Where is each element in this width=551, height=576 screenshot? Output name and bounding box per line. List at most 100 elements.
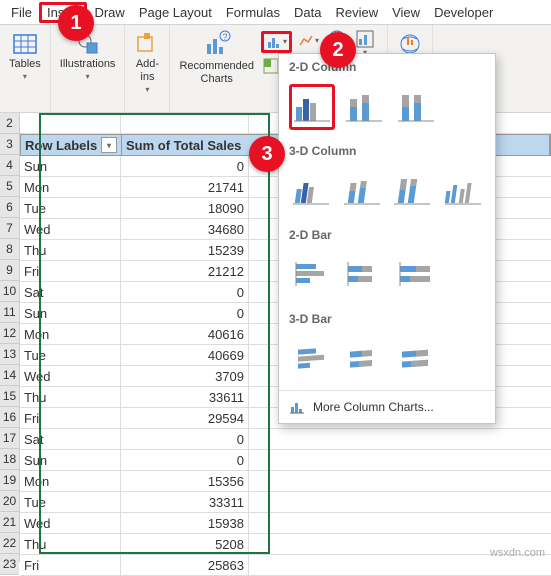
- table-icon: [12, 31, 38, 57]
- cell-label[interactable]: Sun: [20, 156, 121, 176]
- cell-value[interactable]: 21212: [121, 261, 249, 281]
- column-chart-dropdown: 2-D Column 3-D Column 2-D Bar 3-D Bar Mo…: [278, 53, 496, 424]
- row-header[interactable]: 4: [0, 155, 19, 176]
- row-header[interactable]: 2: [0, 113, 19, 134]
- cell-value[interactable]: 33611: [121, 387, 249, 407]
- cell-label[interactable]: Mon: [20, 471, 121, 491]
- cell-value[interactable]: 5208: [121, 534, 249, 554]
- row-header[interactable]: 10: [0, 281, 19, 302]
- stacked-3d-bar-option[interactable]: [341, 336, 387, 382]
- cell-label[interactable]: Wed: [20, 219, 121, 239]
- cell-value[interactable]: 15356: [121, 471, 249, 491]
- cell-label[interactable]: Tue: [20, 345, 121, 365]
- svg-text:?: ?: [222, 32, 227, 42]
- filter-dropdown-button[interactable]: ▾: [101, 137, 117, 153]
- cell-label[interactable]: Thu: [20, 240, 121, 260]
- tab-formulas[interactable]: Formulas: [219, 2, 287, 23]
- clustered-3d-bar-option[interactable]: [289, 336, 335, 382]
- cell-label[interactable]: Mon: [20, 324, 121, 344]
- tab-developer[interactable]: Developer: [427, 2, 500, 23]
- row-header[interactable]: 23: [0, 554, 19, 575]
- cell-label[interactable]: Fri: [20, 408, 121, 428]
- cell-value[interactable]: 33311: [121, 492, 249, 512]
- row-header[interactable]: 9: [0, 260, 19, 281]
- pivot-rowlabels-header[interactable]: Row Labels▾: [21, 135, 122, 155]
- stacked100-3d-column-option[interactable]: [390, 168, 435, 214]
- row-header[interactable]: 21: [0, 512, 19, 533]
- tab-file[interactable]: File: [4, 2, 39, 23]
- row-header[interactable]: 12: [0, 323, 19, 344]
- more-column-charts[interactable]: More Column Charts...: [279, 390, 495, 423]
- table-row: Fri25863: [20, 555, 551, 576]
- cell-label[interactable]: Mon: [20, 177, 121, 197]
- insert-line-chart-button[interactable]: ▾: [296, 31, 321, 51]
- clustered-column-option[interactable]: [289, 84, 335, 130]
- stacked100-bar-option[interactable]: [393, 252, 439, 298]
- cell-label[interactable]: Tue: [20, 198, 121, 218]
- row-header[interactable]: 22: [0, 533, 19, 554]
- cell-value[interactable]: 0: [121, 156, 249, 176]
- cell-label[interactable]: Sun: [20, 303, 121, 323]
- cell-label[interactable]: Wed: [20, 366, 121, 386]
- row-header[interactable]: 5: [0, 176, 19, 197]
- tab-draw[interactable]: Draw: [87, 2, 131, 23]
- row-header[interactable]: 15: [0, 386, 19, 407]
- stacked-3d-column-option[interactable]: [340, 168, 385, 214]
- row-header[interactable]: 11: [0, 302, 19, 323]
- cell-label[interactable]: Fri: [20, 555, 121, 575]
- row-header[interactable]: 17: [0, 428, 19, 449]
- cell-value[interactable]: 21741: [121, 177, 249, 197]
- cell-value[interactable]: 40669: [121, 345, 249, 365]
- dd-heading-3d-column: 3-D Column: [279, 138, 495, 164]
- tab-view[interactable]: View: [385, 2, 427, 23]
- clustered-bar-option[interactable]: [289, 252, 335, 298]
- tab-review[interactable]: Review: [328, 2, 385, 23]
- table-row: Wed15938: [20, 513, 551, 534]
- tab-page-layout[interactable]: Page Layout: [132, 2, 219, 23]
- row-header[interactable]: 16: [0, 407, 19, 428]
- recommended-charts-button[interactable]: ? Recommended Charts: [176, 27, 257, 88]
- cell-value[interactable]: 25863: [121, 555, 249, 575]
- cell-value[interactable]: 0: [121, 282, 249, 302]
- row-header[interactable]: 7: [0, 218, 19, 239]
- clustered-3d-column-option[interactable]: [289, 168, 334, 214]
- cell-label[interactable]: Fri: [20, 261, 121, 281]
- cell-label[interactable]: Sat: [20, 429, 121, 449]
- cell-value[interactable]: 3709: [121, 366, 249, 386]
- cell-label[interactable]: Thu: [20, 387, 121, 407]
- 3d-column-option[interactable]: [441, 168, 486, 214]
- stacked-column-option[interactable]: [341, 84, 387, 130]
- tab-data[interactable]: Data: [287, 2, 328, 23]
- column-chart-icon: [266, 34, 282, 50]
- cell-label[interactable]: Sun: [20, 450, 121, 470]
- row-header[interactable]: 18: [0, 449, 19, 470]
- row-header[interactable]: 13: [0, 344, 19, 365]
- cell-value[interactable]: 15938: [121, 513, 249, 533]
- stacked100-column-option[interactable]: [393, 84, 439, 130]
- cell-value[interactable]: 0: [121, 429, 249, 449]
- stacked100-3d-bar-option[interactable]: [393, 336, 439, 382]
- tables-button[interactable]: Tables▾: [6, 29, 44, 85]
- cell-value[interactable]: 18090: [121, 198, 249, 218]
- row-header[interactable]: 3: [0, 134, 19, 155]
- row-header[interactable]: 14: [0, 365, 19, 386]
- cell-label[interactable]: Sat: [20, 282, 121, 302]
- pivotchart-icon: [355, 29, 375, 49]
- row-header[interactable]: 19: [0, 470, 19, 491]
- cell-label[interactable]: Tue: [20, 492, 121, 512]
- addins-button[interactable]: Add- ins▾: [131, 29, 163, 98]
- row-header[interactable]: 20: [0, 491, 19, 512]
- cell-value[interactable]: 29594: [121, 408, 249, 428]
- dd-heading-2d-column: 2-D Column: [279, 54, 495, 80]
- cell-value[interactable]: 40616: [121, 324, 249, 344]
- insert-column-chart-button[interactable]: ▾: [261, 31, 292, 53]
- row-header[interactable]: 8: [0, 239, 19, 260]
- cell-value[interactable]: 15239: [121, 240, 249, 260]
- stacked-bar-option[interactable]: [341, 252, 387, 298]
- cell-value[interactable]: 0: [121, 450, 249, 470]
- cell-value[interactable]: 34680: [121, 219, 249, 239]
- row-header[interactable]: 6: [0, 197, 19, 218]
- cell-value[interactable]: 0: [121, 303, 249, 323]
- cell-label[interactable]: Wed: [20, 513, 121, 533]
- cell-label[interactable]: Thu: [20, 534, 121, 554]
